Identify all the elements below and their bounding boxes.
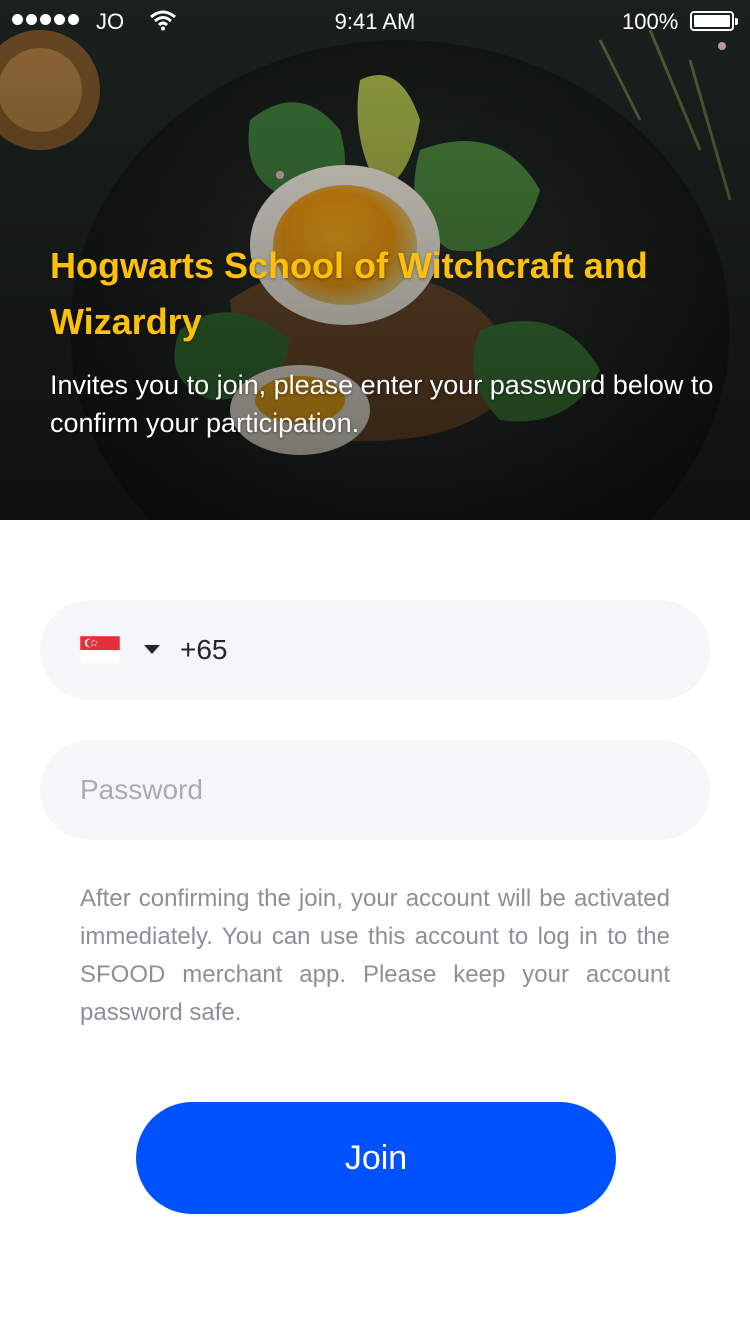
country-code-selector[interactable]: +65: [40, 600, 710, 700]
account-notice: After confirming the join, your account …: [80, 885, 670, 1026]
invite-message: Invites you to join, please enter your p…: [50, 370, 714, 438]
battery-percentage: 100%: [622, 9, 679, 34]
school-title: Hogwarts School of Witchcraft and Wizard…: [50, 245, 648, 342]
caret-down-icon[interactable]: [144, 645, 160, 655]
singapore-flag-icon: [80, 636, 120, 664]
join-button[interactable]: Join: [136, 1102, 616, 1214]
password-input[interactable]: [40, 740, 710, 840]
hero-banner: JO 9:41 AM 100% Hogwarts School of Witch…: [0, 0, 750, 520]
status-bar: JO 9:41 AM 100%: [0, 0, 750, 42]
dial-code: +65: [180, 634, 228, 665]
battery-icon: [690, 11, 738, 31]
